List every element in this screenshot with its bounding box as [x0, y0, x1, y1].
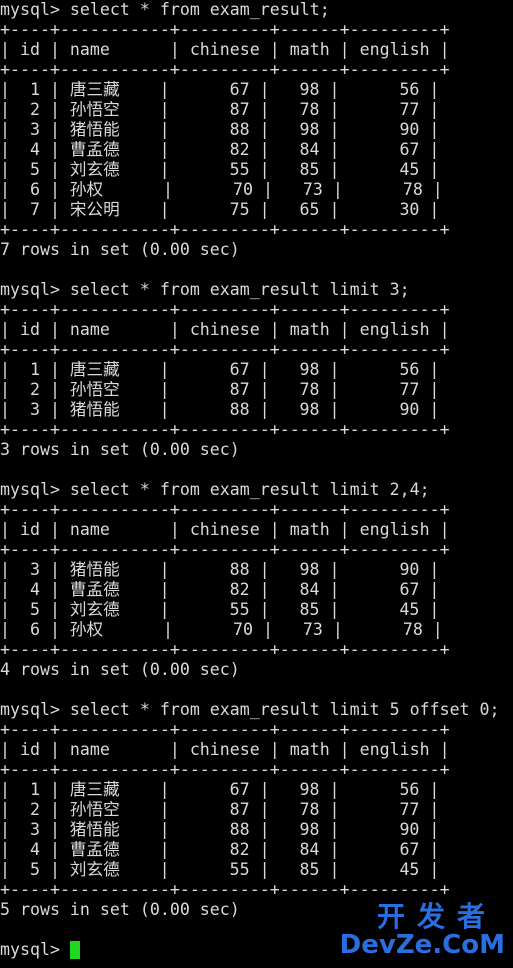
table-border: +----+-----------+---------+------+-----…: [0, 340, 450, 359]
command-line: mysql> select * from exam_result;: [0, 0, 330, 19]
table-header-row: | id | name | chinese | math | english |: [0, 40, 450, 59]
table-row: | 1 | 唐三藏 | 67 | 98 | 56 |: [0, 80, 440, 99]
table-row: | 6 | 孙权 | 70 | 73 | 78 |: [0, 180, 443, 199]
table-row: | 3 | 猪悟能 | 88 | 98 | 90 |: [0, 400, 440, 419]
table-row: | 6 | 孙权 | 70 | 73 | 78 |: [0, 620, 443, 639]
text-cursor: [69, 941, 80, 959]
table-row: | 5 | 刘玄德 | 55 | 85 | 45 |: [0, 160, 440, 179]
input-prompt-line[interactable]: mysql>: [0, 940, 513, 960]
table-row: | 5 | 刘玄德 | 55 | 85 | 45 |: [0, 600, 440, 619]
result-summary: 4 rows in set (0.00 sec): [0, 660, 240, 679]
table-border: +----+-----------+---------+------+-----…: [0, 420, 450, 439]
table-row: | 4 | 曹孟德 | 82 | 84 | 67 |: [0, 580, 440, 599]
table-border: +----+-----------+---------+------+-----…: [0, 220, 450, 239]
table-row: | 3 | 猪悟能 | 88 | 98 | 90 |: [0, 120, 440, 139]
table-border: +----+-----------+---------+------+-----…: [0, 760, 450, 779]
table-border: +----+-----------+---------+------+-----…: [0, 20, 450, 39]
prompt-label: mysql>: [0, 940, 70, 959]
result-summary: 7 rows in set (0.00 sec): [0, 240, 240, 259]
table-row: | 7 | 宋公明 | 75 | 65 | 30 |: [0, 200, 440, 219]
table-row: | 3 | 猪悟能 | 88 | 98 | 90 |: [0, 820, 440, 839]
table-row: | 2 | 孙悟空 | 87 | 78 | 77 |: [0, 100, 440, 119]
table-row: | 2 | 孙悟空 | 87 | 78 | 77 |: [0, 380, 440, 399]
result-summary: 5 rows in set (0.00 sec): [0, 900, 240, 919]
table-border: +----+-----------+---------+------+-----…: [0, 300, 450, 319]
command-line: mysql> select * from exam_result limit 2…: [0, 480, 430, 499]
table-border: +----+-----------+---------+------+-----…: [0, 880, 450, 899]
table-row: | 1 | 唐三藏 | 67 | 98 | 56 |: [0, 780, 440, 799]
table-header-row: | id | name | chinese | math | english |: [0, 520, 450, 539]
table-row: | 4 | 曹孟德 | 82 | 84 | 67 |: [0, 840, 440, 859]
table-row: | 3 | 猪悟能 | 88 | 98 | 90 |: [0, 560, 440, 579]
terminal-window[interactable]: mysql> select * from exam_result; +----+-…: [0, 0, 513, 968]
command-line: mysql> select * from exam_result limit 3…: [0, 280, 410, 299]
table-row: | 1 | 唐三藏 | 67 | 98 | 56 |: [0, 360, 440, 379]
table-border: +----+-----------+---------+------+-----…: [0, 540, 450, 559]
result-summary: 3 rows in set (0.00 sec): [0, 440, 240, 459]
command-line: mysql> select * from exam_result limit 5…: [0, 700, 500, 719]
table-border: +----+-----------+---------+------+-----…: [0, 640, 450, 659]
table-header-row: | id | name | chinese | math | english |: [0, 740, 450, 759]
table-header-row: | id | name | chinese | math | english |: [0, 320, 450, 339]
table-border: +----+-----------+---------+------+-----…: [0, 500, 450, 519]
table-border: +----+-----------+---------+------+-----…: [0, 60, 450, 79]
terminal-output: mysql> select * from exam_result; +----+-…: [0, 0, 513, 940]
table-row: | 5 | 刘玄德 | 55 | 85 | 45 |: [0, 860, 440, 879]
table-row: | 4 | 曹孟德 | 82 | 84 | 67 |: [0, 140, 440, 159]
table-border: +----+-----------+---------+------+-----…: [0, 720, 450, 739]
table-row: | 2 | 孙悟空 | 87 | 78 | 77 |: [0, 800, 440, 819]
